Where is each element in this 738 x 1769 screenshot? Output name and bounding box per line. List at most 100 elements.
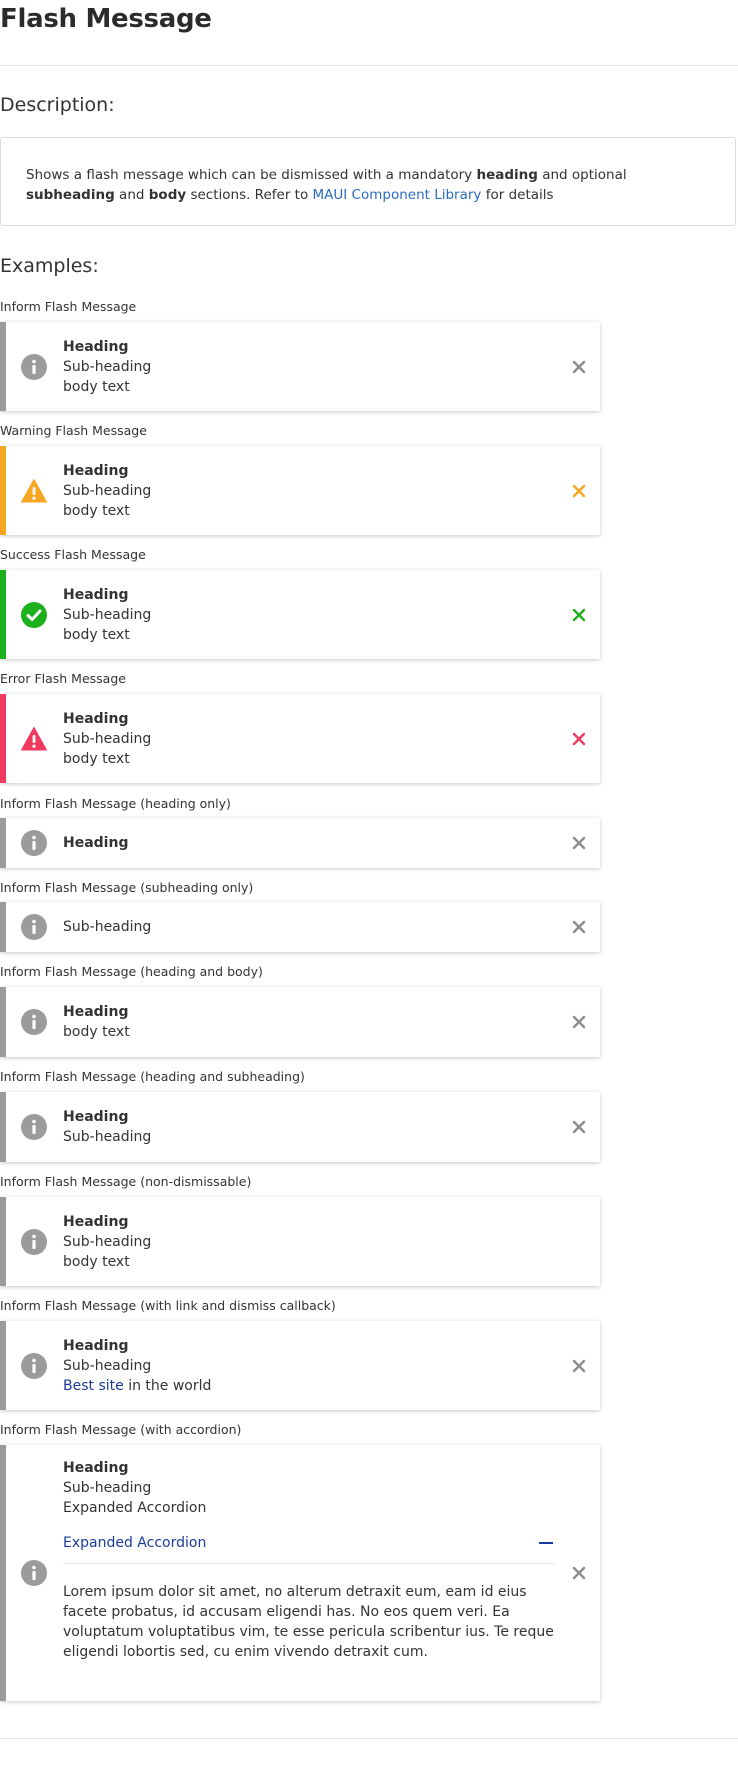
info-icon bbox=[21, 914, 47, 940]
accordion-body: Lorem ipsum dolor sit amet, no alterum d… bbox=[63, 1584, 554, 1660]
flash-text: Heading body text bbox=[63, 987, 543, 1057]
flash-subheading: Sub-heading bbox=[63, 1480, 152, 1496]
info-icon bbox=[21, 353, 47, 380]
flash-subheading: Sub-heading bbox=[63, 919, 152, 935]
flash-body: body text bbox=[63, 1253, 130, 1270]
flash-subheading: Sub-heading bbox=[63, 1233, 152, 1250]
flash-body: body text bbox=[63, 1024, 130, 1040]
description-bold-subheading: subheading bbox=[26, 187, 115, 203]
info-icon bbox=[21, 1560, 47, 1586]
description-text: sections. Refer to bbox=[186, 187, 313, 203]
flash-bar bbox=[0, 1445, 6, 1701]
flash-subheading: Sub-heading bbox=[63, 1129, 152, 1145]
description-heading: Description: bbox=[0, 94, 115, 116]
close-icon[interactable] bbox=[572, 836, 586, 850]
flash-text: Heading Sub-heading body text bbox=[63, 322, 543, 411]
flash-body: Expanded Accordion bbox=[63, 1500, 207, 1516]
close-icon[interactable] bbox=[572, 1120, 586, 1134]
flash-heading: Heading bbox=[63, 586, 129, 603]
flash-bar bbox=[0, 987, 6, 1057]
flash-body: body text bbox=[63, 502, 130, 519]
flash-text: Heading Sub-heading body text bbox=[63, 446, 543, 535]
flash-message-success: Heading Sub-heading body text bbox=[0, 570, 600, 659]
example-label: Error Flash Message bbox=[0, 671, 126, 686]
close-icon[interactable] bbox=[572, 360, 586, 374]
best-site-link[interactable]: Best site bbox=[63, 1378, 124, 1394]
close-icon[interactable] bbox=[572, 1015, 586, 1029]
example-label: Inform Flash Message (with link and dism… bbox=[0, 1298, 336, 1313]
info-icon bbox=[21, 1114, 47, 1140]
example-label: Inform Flash Message (heading and body) bbox=[0, 964, 263, 979]
flash-bar bbox=[0, 1321, 6, 1410]
description-text: and bbox=[114, 187, 149, 203]
flash-heading: Heading bbox=[63, 1004, 129, 1020]
flash-text: Heading Sub-heading body text bbox=[63, 570, 543, 659]
flash-message-error: Heading Sub-heading body text bbox=[0, 694, 600, 783]
example-label: Inform Flash Message (with accordion) bbox=[0, 1422, 242, 1437]
flash-heading: Heading bbox=[63, 835, 129, 851]
flash-heading: Heading bbox=[63, 1213, 129, 1230]
description-text: Shows a flash message which can be dismi… bbox=[26, 167, 477, 183]
flash-message-with-link: Heading Sub-heading Best site in the wor… bbox=[0, 1321, 600, 1410]
example-label: Inform Flash Message (non-dismissable) bbox=[0, 1174, 252, 1189]
close-icon[interactable] bbox=[572, 920, 586, 934]
flash-message-non-dismissable: Heading Sub-heading body text bbox=[0, 1197, 600, 1286]
examples-heading: Examples: bbox=[0, 255, 99, 277]
info-icon bbox=[21, 1228, 47, 1255]
flash-subheading: Sub-heading bbox=[63, 482, 152, 499]
error-icon bbox=[21, 726, 47, 750]
flash-bar bbox=[0, 1092, 6, 1162]
warning-icon bbox=[21, 478, 47, 502]
flash-bar bbox=[0, 902, 6, 952]
close-icon[interactable] bbox=[572, 732, 586, 746]
flash-text: Heading Sub-heading body text bbox=[63, 694, 543, 783]
flash-message-heading-body: Heading body text bbox=[0, 987, 600, 1057]
title-divider bbox=[0, 65, 738, 66]
example-label: Inform Flash Message (heading only) bbox=[0, 796, 231, 811]
flash-message-inform: Heading Sub-heading body text bbox=[0, 322, 600, 411]
info-icon bbox=[21, 1009, 47, 1035]
flash-body-text: in the world bbox=[123, 1377, 212, 1394]
example-label: Inform Flash Message bbox=[0, 299, 137, 314]
flash-bar bbox=[0, 1197, 6, 1286]
description-bold-heading: heading bbox=[476, 167, 538, 183]
flash-body: body text bbox=[63, 750, 130, 767]
flash-bar bbox=[0, 694, 6, 783]
flash-subheading: Sub-heading bbox=[63, 730, 152, 747]
close-icon[interactable] bbox=[572, 1566, 586, 1580]
description-bold-body: body bbox=[148, 187, 187, 203]
close-icon[interactable] bbox=[572, 608, 586, 622]
description-text: and optional bbox=[537, 167, 627, 183]
flash-text: Heading Sub-heading Expanded Accordion E… bbox=[63, 1445, 555, 1701]
footer-divider bbox=[0, 1738, 738, 1739]
flash-heading: Heading bbox=[63, 338, 129, 355]
description-text: for details bbox=[481, 187, 554, 203]
flash-text: Sub-heading bbox=[63, 902, 543, 952]
flash-message-warning: Heading Sub-heading body text bbox=[0, 446, 600, 535]
accordion-title[interactable]: Expanded Accordion bbox=[63, 1533, 206, 1553]
flash-subheading: Sub-heading bbox=[63, 358, 152, 375]
collapse-icon[interactable] bbox=[539, 1542, 553, 1544]
flash-bar bbox=[0, 322, 6, 411]
check-circle-icon bbox=[21, 601, 47, 628]
example-label: Warning Flash Message bbox=[0, 423, 147, 438]
example-label: Inform Flash Message (subheading only) bbox=[0, 880, 254, 895]
flash-body: body text bbox=[63, 378, 130, 395]
close-icon[interactable] bbox=[572, 484, 586, 498]
info-icon bbox=[21, 1352, 47, 1379]
flash-heading: Heading bbox=[63, 1460, 129, 1476]
close-icon[interactable] bbox=[572, 1359, 586, 1373]
flash-message-subheading-only: Sub-heading bbox=[0, 902, 600, 952]
flash-heading: Heading bbox=[63, 710, 129, 727]
flash-message-heading-only: Heading bbox=[0, 818, 600, 868]
accordion-header[interactable]: Expanded Accordion bbox=[63, 1532, 555, 1554]
flash-body: Best site in the world bbox=[63, 1376, 543, 1396]
flash-subheading: Sub-heading bbox=[63, 1357, 152, 1374]
flash-text: Heading Sub-heading Best site in the wor… bbox=[63, 1321, 543, 1410]
flash-heading: Heading bbox=[63, 1337, 129, 1354]
accordion-divider bbox=[63, 1563, 555, 1564]
flash-text: Heading bbox=[63, 818, 543, 868]
flash-bar bbox=[0, 570, 6, 659]
maui-library-link[interactable]: MAUI Component Library bbox=[313, 187, 482, 203]
flash-bar bbox=[0, 446, 6, 535]
